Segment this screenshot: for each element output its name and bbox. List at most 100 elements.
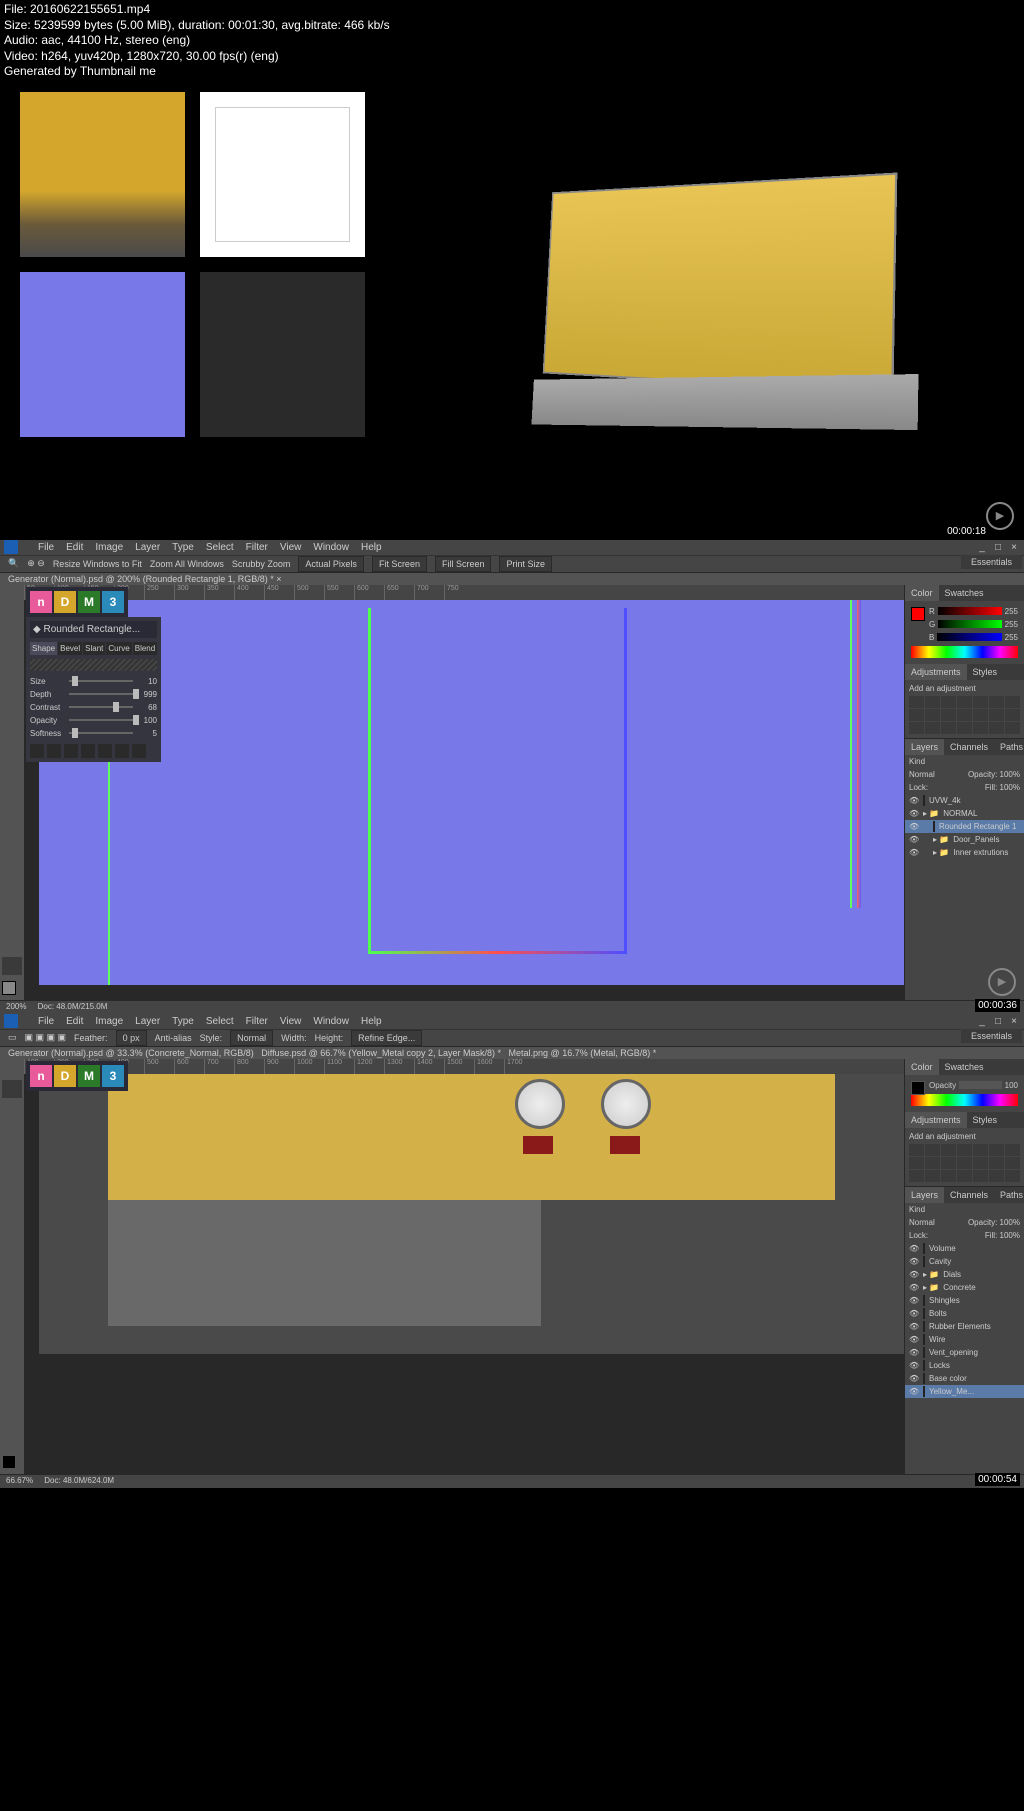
3do-tab[interactable]: 3 xyxy=(102,1065,124,1087)
ndo-btn-3[interactable] xyxy=(64,744,78,758)
menu-window[interactable]: Window xyxy=(313,542,349,553)
hand-tool[interactable] xyxy=(2,938,22,956)
layer-row[interactable]: 👁Yellow_Me... xyxy=(905,1385,1024,1398)
layer-row[interactable]: 👁▸ 📁Door_Panels xyxy=(905,833,1024,846)
wand-tool[interactable] xyxy=(2,645,22,663)
stamp-tool[interactable] xyxy=(2,743,22,761)
menu-window[interactable]: Window xyxy=(313,1016,349,1027)
visibility-toggle[interactable]: 👁 xyxy=(909,1257,919,1266)
shape-tool[interactable] xyxy=(2,918,22,936)
doc-tab-a[interactable]: Generator (Normal).psd @ 33.3% (Concrete… xyxy=(8,1048,254,1058)
ndo-tab-bevel[interactable]: Bevel xyxy=(58,642,82,655)
color-tab[interactable]: Color xyxy=(905,585,939,601)
layer-row[interactable]: 👁Shingles xyxy=(905,1294,1024,1307)
eyedropper-tool[interactable] xyxy=(2,684,22,702)
ndo-tab-blend[interactable]: Blend xyxy=(133,642,157,655)
ndo-slider-opacity[interactable]: Opacity100 xyxy=(30,716,157,725)
blend-mode[interactable]: Normal xyxy=(909,1218,935,1227)
type-tool[interactable] xyxy=(2,1353,22,1371)
canvas-area-2[interactable]: 1002003004005006007008009001000110012001… xyxy=(24,1059,904,1474)
move-tool[interactable] xyxy=(2,1061,22,1079)
blend-mode[interactable]: Normal xyxy=(909,770,935,779)
layers-tab[interactable]: Layers xyxy=(905,739,944,755)
crop-tool[interactable] xyxy=(2,1139,22,1157)
marquee-tool[interactable] xyxy=(2,1080,22,1098)
wand-tool[interactable] xyxy=(2,1119,22,1137)
visibility-toggle[interactable]: 👁 xyxy=(909,1387,919,1396)
opacity-slider[interactable] xyxy=(959,1081,1002,1089)
play-button-2[interactable]: ▶ xyxy=(988,968,1016,996)
layer-row[interactable]: 👁Vent_opening xyxy=(905,1346,1024,1359)
paths-tab[interactable]: Paths xyxy=(994,739,1024,755)
menu-help[interactable]: Help xyxy=(361,1016,382,1027)
pen-tool[interactable] xyxy=(2,1334,22,1352)
blur-tool[interactable] xyxy=(2,1295,22,1313)
lasso-tool[interactable] xyxy=(2,1100,22,1118)
visibility-toggle[interactable]: 👁 xyxy=(909,848,919,857)
ddo-tab[interactable]: D xyxy=(54,591,76,613)
eyedropper-tool[interactable] xyxy=(2,1158,22,1176)
refine-edge-button[interactable]: Refine Edge... xyxy=(351,1030,422,1046)
layer-row[interactable]: 👁▸ 📁Inner extrutions xyxy=(905,846,1024,859)
channels-tab[interactable]: Channels xyxy=(944,1187,994,1203)
adjustments-tab[interactable]: Adjustments xyxy=(905,664,967,680)
ndo-btn-2[interactable] xyxy=(47,744,61,758)
zoom-value-2[interactable]: 66.67% xyxy=(6,1476,33,1485)
layer-row[interactable]: 👁▸ 📁NORMAL xyxy=(905,807,1024,820)
close-icon[interactable]: × xyxy=(1008,1016,1020,1027)
ndo-tab-curve[interactable]: Curve xyxy=(106,642,131,655)
menu-filter[interactable]: Filter xyxy=(246,1016,268,1027)
mdo-tab[interactable]: M xyxy=(78,1065,100,1087)
minimize-icon[interactable]: _ xyxy=(976,1016,988,1027)
menu-image[interactable]: Image xyxy=(95,1016,123,1027)
ndo-slider-contrast[interactable]: Contrast68 xyxy=(30,703,157,712)
history-brush-tool[interactable] xyxy=(2,762,22,780)
zoom-tool[interactable] xyxy=(2,1431,22,1449)
menu-file[interactable]: File xyxy=(38,1016,54,1027)
hue-picker-2[interactable] xyxy=(911,1094,1018,1106)
zoom-value[interactable]: 200% xyxy=(6,1002,26,1011)
document-tab[interactable]: Generator (Normal).psd @ 200% (Rounded R… xyxy=(0,572,1024,585)
ndo-slider-depth[interactable]: Depth999 xyxy=(30,690,157,699)
swatches-tab[interactable]: Swatches xyxy=(939,585,990,601)
layer-row[interactable]: 👁Rounded Rectangle 1 xyxy=(905,820,1024,833)
path-tool[interactable] xyxy=(2,899,22,917)
ndo-btn-4[interactable] xyxy=(81,744,95,758)
shape-tool[interactable] xyxy=(2,1392,22,1410)
menu-image[interactable]: Image xyxy=(95,542,123,553)
ndo-tab-shape[interactable]: Shape xyxy=(30,642,57,655)
ndo-slider-size[interactable]: Size10 xyxy=(30,677,157,686)
menu-layer[interactable]: Layer xyxy=(135,542,160,553)
maximize-icon[interactable]: □ xyxy=(992,1016,1004,1027)
3do-tab[interactable]: 3 xyxy=(102,591,124,613)
play-button[interactable]: ▶ xyxy=(986,502,1014,530)
opt-fill-screen[interactable]: Fill Screen xyxy=(435,556,492,572)
foreground-color-2[interactable] xyxy=(2,1455,16,1469)
color-tab[interactable]: Color xyxy=(905,1059,939,1075)
layers-tab[interactable]: Layers xyxy=(905,1187,944,1203)
pen-tool[interactable] xyxy=(2,860,22,878)
stamp-tool[interactable] xyxy=(2,1217,22,1235)
layer-row[interactable]: 👁▸ 📁Dials xyxy=(905,1268,1024,1281)
dodge-tool[interactable] xyxy=(2,1314,22,1332)
visibility-toggle[interactable]: 👁 xyxy=(909,1296,919,1305)
menu-edit[interactable]: Edit xyxy=(66,542,83,553)
opt-resize[interactable]: Resize Windows to Fit xyxy=(53,559,142,569)
workspace-switcher[interactable]: Essentials xyxy=(961,555,1022,569)
menu-file[interactable]: File xyxy=(38,542,54,553)
ndo-btn-7[interactable] xyxy=(132,744,146,758)
visibility-toggle[interactable]: 👁 xyxy=(909,1348,919,1357)
visibility-toggle[interactable]: 👁 xyxy=(909,822,919,831)
menu-view[interactable]: View xyxy=(280,1016,302,1027)
g-slider[interactable] xyxy=(938,620,1001,628)
opt-scrubby[interactable]: Scrubby Zoom xyxy=(232,559,291,569)
paths-tab[interactable]: Paths xyxy=(994,1187,1024,1203)
menu-filter[interactable]: Filter xyxy=(246,542,268,553)
ddo-tab[interactable]: D xyxy=(54,1065,76,1087)
crop-tool[interactable] xyxy=(2,665,22,683)
ndo-btn-1[interactable] xyxy=(30,744,44,758)
menu-layer[interactable]: Layer xyxy=(135,1016,160,1027)
menu-type[interactable]: Type xyxy=(172,542,194,553)
foreground-color[interactable] xyxy=(2,981,16,995)
lasso-tool[interactable] xyxy=(2,626,22,644)
